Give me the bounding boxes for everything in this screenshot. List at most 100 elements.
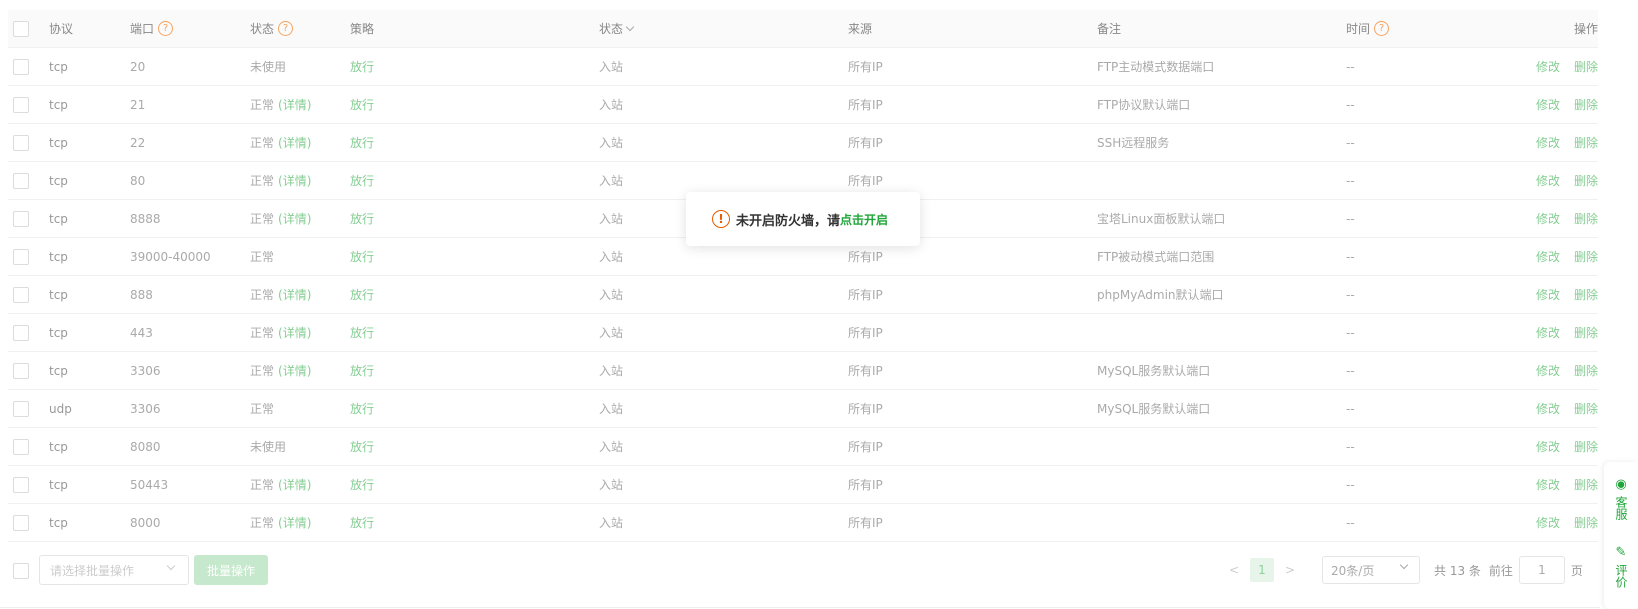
cell-note: MySQL服务默认端口 <box>1097 402 1211 416</box>
cell-time: -- <box>1346 401 1355 416</box>
row-select-cell <box>8 210 49 227</box>
cell-port: 80 <box>130 173 146 188</box>
cell-direction: 入站 <box>599 250 624 264</box>
row-select-cell <box>8 248 49 265</box>
delete-button[interactable]: 删除 <box>1574 96 1598 113</box>
row-select-cell <box>8 362 49 379</box>
next-page-icon[interactable]: > <box>1278 558 1302 582</box>
delete-button[interactable]: 删除 <box>1574 286 1598 303</box>
prev-page-icon[interactable]: < <box>1222 558 1246 582</box>
cell-port: 20 <box>130 59 146 74</box>
cell-time: -- <box>1346 173 1355 188</box>
cell-policy: 放行 <box>350 364 375 378</box>
cell-policy: 放行 <box>350 212 375 226</box>
batch-select-checkbox[interactable] <box>13 563 29 579</box>
edit-button[interactable]: 修改 <box>1536 438 1560 455</box>
row-checkbox[interactable] <box>13 400 29 417</box>
delete-button[interactable]: 删除 <box>1574 58 1598 75</box>
table-row: tcp 8000 正常 (详情) 放行 入站 所有IP -- 修改 删除 <box>8 504 1598 542</box>
cell-source: 所有IP <box>848 440 883 454</box>
header-time-label: 时间 <box>1346 22 1371 36</box>
cell-source: 所有IP <box>848 326 883 340</box>
customer-service-button[interactable]: ◉ 客服 <box>1614 478 1628 521</box>
cell-time: -- <box>1346 211 1355 226</box>
state-detail-link[interactable]: (详情) <box>278 286 311 303</box>
state-detail-link[interactable]: (详情) <box>278 476 311 493</box>
row-checkbox[interactable] <box>13 438 29 455</box>
row-select-cell <box>8 96 49 113</box>
edit-button[interactable]: 修改 <box>1536 248 1560 265</box>
page-number-current[interactable]: 1 <box>1250 558 1274 582</box>
review-button[interactable]: ✎ 评价 <box>1614 546 1628 589</box>
cell-policy: 放行 <box>350 288 375 302</box>
page-size-select[interactable]: 20条/页 <box>1322 556 1420 584</box>
cell-ops: 修改 删除 <box>1536 438 1598 455</box>
cell-protocol: tcp <box>49 287 68 302</box>
state-text: 正常 <box>250 326 275 340</box>
question-icon[interactable]: ? <box>1374 21 1390 36</box>
state-detail-link[interactable]: (详情) <box>278 172 311 189</box>
select-all-checkbox[interactable] <box>13 20 29 37</box>
row-checkbox[interactable] <box>13 172 29 189</box>
cell-direction: 入站 <box>599 516 624 530</box>
enable-firewall-link[interactable]: 点击开启 <box>840 211 888 228</box>
row-select-cell <box>8 514 49 531</box>
table-footer: 请选择批量操作 批量操作 < 1 > 20条/页 共 13 条 前往 1 页 <box>0 555 1638 595</box>
state-detail-link[interactable]: (详情) <box>278 514 311 531</box>
cell-direction: 入站 <box>599 440 624 454</box>
edit-button[interactable]: 修改 <box>1536 476 1560 493</box>
delete-button[interactable]: 删除 <box>1574 362 1598 379</box>
edit-button[interactable]: 修改 <box>1536 172 1560 189</box>
row-checkbox[interactable] <box>13 324 29 341</box>
cell-policy: 放行 <box>350 60 375 74</box>
cell-state: 正常 (详情) <box>250 210 350 227</box>
cell-source: 所有IP <box>848 174 883 188</box>
state-detail-link[interactable]: (详情) <box>278 324 311 341</box>
edit-button[interactable]: 修改 <box>1536 400 1560 417</box>
delete-button[interactable]: 删除 <box>1574 514 1598 531</box>
edit-button[interactable]: 修改 <box>1536 210 1560 227</box>
header-direction[interactable]: 状态 <box>599 20 848 37</box>
cell-direction: 入站 <box>599 60 624 74</box>
row-checkbox[interactable] <box>13 248 29 265</box>
goto-page-input[interactable]: 1 <box>1518 556 1565 584</box>
state-detail-link[interactable]: (详情) <box>278 210 311 227</box>
edit-button[interactable]: 修改 <box>1536 362 1560 379</box>
cell-port: 3306 <box>130 401 161 416</box>
row-checkbox[interactable] <box>13 514 29 531</box>
state-detail-link[interactable]: (详情) <box>278 362 311 379</box>
delete-button[interactable]: 删除 <box>1574 248 1598 265</box>
row-checkbox[interactable] <box>13 58 29 75</box>
batch-operation-select[interactable]: 请选择批量操作 <box>39 555 189 585</box>
row-checkbox[interactable] <box>13 362 29 379</box>
edit-button[interactable]: 修改 <box>1536 514 1560 531</box>
question-icon[interactable]: ? <box>278 21 294 36</box>
row-checkbox[interactable] <box>13 96 29 113</box>
edit-button[interactable]: 修改 <box>1536 324 1560 341</box>
delete-button[interactable]: 删除 <box>1574 476 1598 493</box>
delete-button[interactable]: 删除 <box>1574 438 1598 455</box>
delete-button[interactable]: 删除 <box>1574 210 1598 227</box>
edit-button[interactable]: 修改 <box>1536 134 1560 151</box>
delete-button[interactable]: 删除 <box>1574 134 1598 151</box>
header-port-label: 端口 <box>130 22 155 36</box>
cell-protocol: tcp <box>49 477 68 492</box>
state-detail-link[interactable]: (详情) <box>278 96 311 113</box>
delete-button[interactable]: 删除 <box>1574 172 1598 189</box>
question-icon[interactable]: ? <box>158 21 174 36</box>
row-checkbox[interactable] <box>13 134 29 151</box>
state-detail-link[interactable]: (详情) <box>278 134 311 151</box>
edit-button[interactable]: 修改 <box>1536 58 1560 75</box>
row-checkbox[interactable] <box>13 286 29 303</box>
cell-ops: 修改 删除 <box>1536 248 1598 265</box>
delete-button[interactable]: 删除 <box>1574 400 1598 417</box>
row-checkbox[interactable] <box>13 210 29 227</box>
batch-operation-button[interactable]: 批量操作 <box>194 555 268 585</box>
delete-button[interactable]: 删除 <box>1574 324 1598 341</box>
row-select-cell <box>8 324 49 341</box>
edit-button[interactable]: 修改 <box>1536 286 1560 303</box>
cell-protocol: tcp <box>49 135 68 150</box>
row-checkbox[interactable] <box>13 476 29 493</box>
state-text: 正常 <box>250 212 275 226</box>
edit-button[interactable]: 修改 <box>1536 96 1560 113</box>
